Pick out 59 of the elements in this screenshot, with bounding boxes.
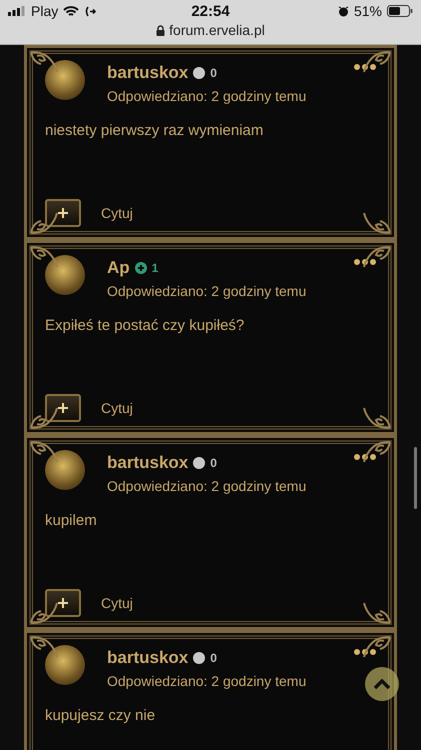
post-date: Odpowiedziano: 2 godziny temu: [107, 673, 308, 689]
corner-ornament-icon: [362, 406, 392, 430]
alarm-icon: [338, 6, 349, 16]
post-date: Odpowiedziano: 2 godziny temu: [107, 283, 308, 299]
quote-plus-button[interactable]: [45, 199, 81, 227]
corner-ornament-icon: [29, 211, 59, 235]
clock-time: 22:54: [191, 2, 230, 20]
wifi-icon: [63, 6, 80, 16]
avatar[interactable]: [45, 60, 85, 100]
plus-icon: [58, 598, 68, 608]
corner-ornament-icon: [362, 440, 392, 464]
lock-icon: [156, 24, 166, 36]
more-options-icon[interactable]: [354, 649, 376, 655]
quote-plus-button[interactable]: [45, 589, 81, 617]
corner-ornament-icon: [29, 635, 59, 659]
corner-ornament-icon: [362, 635, 392, 659]
corner-ornament-icon: [29, 601, 59, 625]
post-date: Odpowiedziano: 2 godziny temu: [107, 88, 308, 104]
signal-icon: [8, 6, 26, 16]
corner-ornament-icon: [362, 601, 392, 625]
avatar[interactable]: [45, 450, 85, 490]
post-text: Expiłeś te postać czy kupiłeś?: [45, 317, 246, 336]
more-options-icon[interactable]: [354, 64, 376, 70]
reputation-count: 0: [210, 651, 217, 665]
corner-ornament-icon: [29, 406, 59, 430]
corner-ornament-icon: [362, 245, 392, 269]
quote-plus-button[interactable]: [45, 394, 81, 422]
scrollbar: [414, 447, 417, 509]
post-date: Odpowiedziano: 2 godziny temu: [107, 478, 308, 494]
plus-icon: [58, 208, 68, 218]
corner-ornament-icon: [29, 50, 59, 74]
corner-ornament-icon: [362, 50, 392, 74]
chevron-up-icon: [373, 678, 391, 690]
reputation-count: 0: [210, 66, 217, 80]
battery-icon: [387, 5, 413, 17]
avatar[interactable]: [45, 645, 85, 685]
avatar[interactable]: [45, 255, 85, 295]
author-name[interactable]: bartuskox: [107, 453, 188, 473]
quote-link[interactable]: Cytuj: [101, 400, 133, 416]
author-name[interactable]: Ap: [107, 258, 130, 278]
reputation-count: 0: [210, 456, 217, 470]
battery-percent: 51%: [354, 3, 382, 19]
corner-ornament-icon: [362, 211, 392, 235]
more-options-icon[interactable]: [354, 454, 376, 460]
quote-link[interactable]: Cytuj: [101, 205, 133, 221]
post-text: kupilem: [45, 512, 98, 531]
carrier-name: Play: [31, 3, 58, 19]
more-options-icon[interactable]: [354, 259, 376, 265]
plus-icon: [58, 403, 68, 413]
post-text: kupujesz czy nie: [45, 707, 156, 726]
author-name[interactable]: bartuskox: [107, 63, 188, 83]
corner-ornament-icon: [29, 440, 59, 464]
post-text: niestety pierwszy raz wymieniam: [45, 122, 264, 141]
reputation-count: 1: [152, 261, 158, 275]
call-forward-icon: [84, 6, 96, 16]
quote-link[interactable]: Cytuj: [101, 595, 133, 611]
url-text[interactable]: forum.ervelia.pl: [156, 22, 265, 38]
corner-ornament-icon: [29, 245, 59, 269]
author-name[interactable]: bartuskox: [107, 648, 188, 668]
